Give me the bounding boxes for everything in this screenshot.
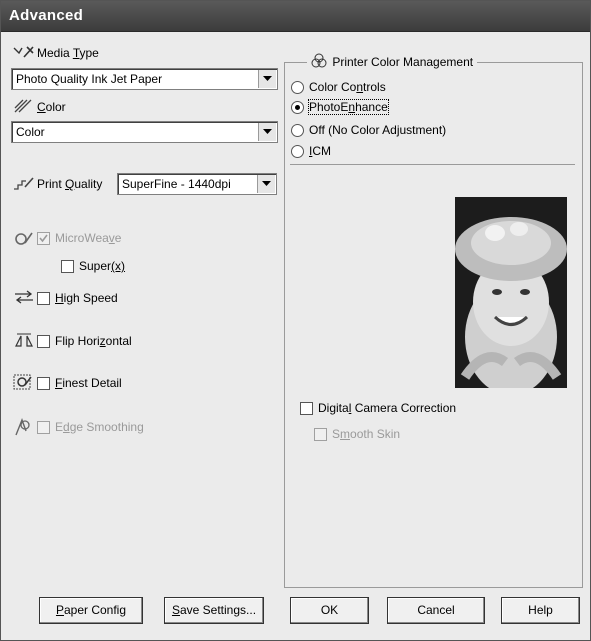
paper-config-button[interactable]: Paper Config [39,597,143,624]
print-quality-icon [13,175,35,194]
group-divider [290,164,575,165]
finest-detail-label: Finest Detail [55,376,122,390]
color-select[interactable]: Color [11,121,278,143]
radio-color-controls[interactable] [291,81,304,94]
edge-smoothing-checkbox[interactable] [37,421,50,434]
ok-button[interactable]: OK [290,597,369,624]
high-speed-label: High Speed [55,291,118,305]
media-type-label: Media Type [37,46,99,60]
smooth-skin-checkbox[interactable] [314,428,327,441]
color-management-icon [311,53,327,71]
window-title: Advanced [9,7,84,24]
save-settings-button[interactable]: Save Settings... [164,597,264,624]
radio-icm-label: ICM [309,144,332,158]
chevron-down-icon[interactable] [258,70,276,88]
edge-smoothing-label: Edge Smoothing [55,420,144,434]
microweave-icon [13,230,35,251]
radio-off[interactable] [291,124,304,137]
print-quality-value: SuperFine - 1440dpi [122,177,231,191]
edge-smoothing-icon [13,417,35,440]
digital-camera-correction-checkbox[interactable] [300,402,313,415]
print-quality-label: Print Quality [37,177,103,191]
radio-off-label: Off (No Color Adjustment) [309,123,447,137]
super-checkbox[interactable] [61,260,74,273]
chevron-down-icon[interactable] [257,175,275,193]
color-value: Color [16,125,45,139]
flip-horizontal-checkbox[interactable] [37,335,50,348]
color-management-title: Printer Color Management [332,55,474,69]
smooth-skin-label: Smooth Skin [332,427,401,441]
super-label: Super(x) [79,259,126,273]
microweave-checkbox[interactable] [37,232,50,245]
radio-photoenhance[interactable] [291,101,304,114]
radio-photoenhance-label: PhotoEnhance [308,99,389,115]
title-bar: Advanced [1,1,590,32]
microweave-label: MicroWeave [55,231,122,245]
finest-detail-icon [13,373,35,394]
print-quality-select[interactable]: SuperFine - 1440dpi [117,173,277,195]
advanced-dialog: Advanced Media Type Photo Quality Ink Je… [0,0,591,641]
help-button[interactable]: Help [501,597,580,624]
finest-detail-checkbox[interactable] [37,377,50,390]
color-label: Color [37,100,66,114]
color-icon [13,98,35,117]
flip-horizontal-label: Flip Horizontal [55,334,132,348]
color-management-legend: Printer Color Management [307,53,478,71]
radio-color-controls-label: Color Controls [309,80,386,94]
cancel-button[interactable]: Cancel [387,597,485,624]
high-speed-icon [13,289,35,308]
digital-camera-correction-label: Digital Camera Correction [318,401,457,415]
high-speed-checkbox[interactable] [37,292,50,305]
media-type-value: Photo Quality Ink Jet Paper [16,72,163,86]
media-type-icon [13,45,35,62]
flip-horizontal-icon [13,333,35,352]
media-type-select[interactable]: Photo Quality Ink Jet Paper [11,68,278,90]
radio-icm[interactable] [291,145,304,158]
chevron-down-icon[interactable] [258,123,276,141]
preview-photo [455,197,567,388]
